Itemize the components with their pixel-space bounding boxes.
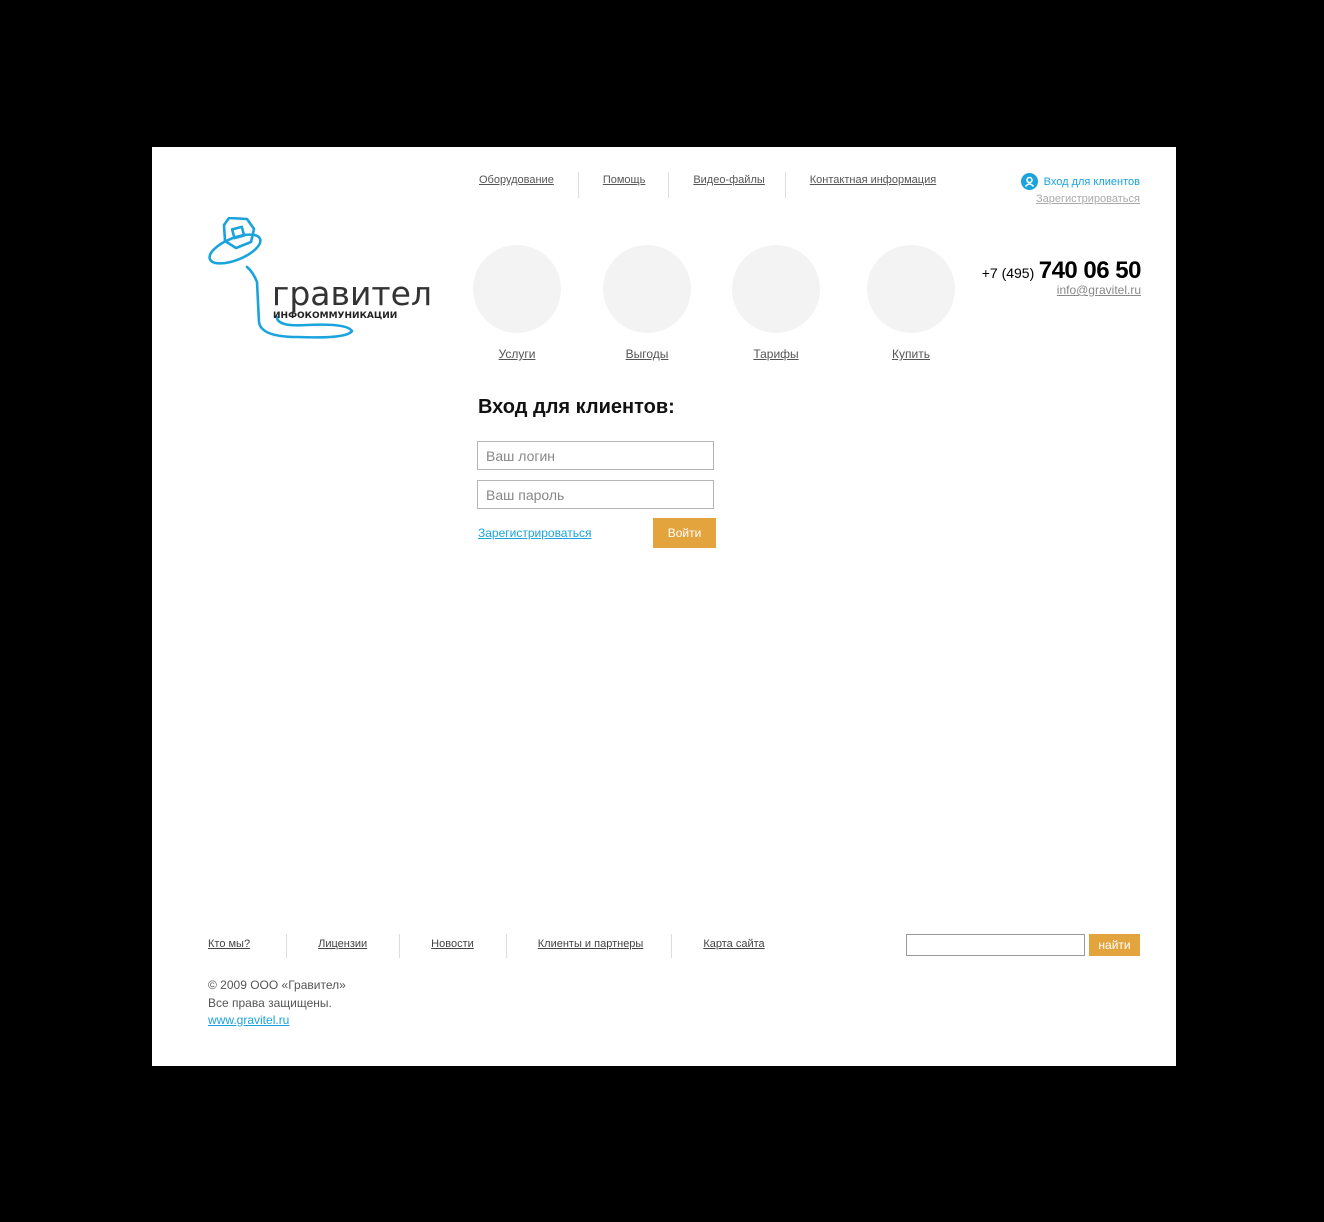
client-login-link[interactable]: Вход для клиентов (1044, 176, 1140, 188)
nav-divider (668, 172, 670, 198)
phone-code: +7 (495) (981, 265, 1035, 281)
footer-link-about[interactable]: Кто мы? (208, 934, 250, 950)
nav-video-files[interactable]: Видео-файлы (693, 172, 764, 186)
footer-divider (505, 934, 507, 958)
tariffs-circle[interactable] (732, 245, 820, 333)
login-title: Вход для клиентов: (478, 396, 675, 418)
copyright: © 2009 ООО «Гравител» Все права защищены… (208, 976, 346, 1012)
circle-item-tariffs[interactable]: Тарифы (732, 245, 820, 361)
footer-divider (286, 934, 288, 958)
nav-help[interactable]: Помощь (603, 172, 646, 186)
nav-divider (577, 172, 579, 198)
benefits-circle[interactable] (603, 245, 691, 333)
footer-divider (671, 934, 673, 958)
rights-line: Все права защищены. (208, 996, 332, 1010)
footer-link-licenses[interactable]: Лицензии (318, 934, 367, 950)
footer-link-clients[interactable]: Клиенты и партнеры (538, 934, 644, 950)
user-icon-glyph (1024, 176, 1034, 187)
nav-divider (784, 172, 786, 198)
search-input[interactable] (906, 934, 1085, 956)
email-link[interactable]: info@gravitel.ru (1057, 283, 1141, 297)
tariffs-link[interactable]: Тарифы (712, 347, 840, 361)
buy-circle[interactable] (867, 245, 955, 333)
user-icon (1020, 173, 1038, 190)
nav-equipment[interactable]: Оборудование (479, 172, 554, 186)
circle-item-buy[interactable]: Купить (867, 245, 955, 361)
footer-link-news[interactable]: Новости (431, 934, 474, 950)
copyright-line: © 2009 ООО «Гравител» (208, 978, 346, 992)
nav-contact-info[interactable]: Контактная информация (810, 172, 936, 186)
footer-divider (399, 934, 401, 958)
register-link[interactable]: Зарегистрироваться (478, 526, 591, 540)
page: Оборудование Помощь Видео-файлы Контактн… (152, 147, 1176, 1066)
phone-number: 740 06 50 (1038, 257, 1142, 284)
buy-link[interactable]: Купить (847, 347, 975, 361)
circle-item-benefits[interactable]: Выгоды (603, 245, 691, 361)
top-nav: Оборудование Помощь Видео-файлы Контактн… (462, 172, 936, 198)
services-circle[interactable] (473, 245, 561, 333)
client-login-link-group: Вход для клиентов (1020, 173, 1140, 190)
benefits-link[interactable]: Выгоды (583, 347, 711, 361)
password-input[interactable] (477, 480, 714, 509)
services-link[interactable]: Услуги (453, 347, 581, 361)
phone: +7 (495) 740 06 50 (981, 257, 1142, 285)
circle-item-services[interactable]: Услуги (473, 245, 561, 361)
search-button[interactable]: найти (1089, 934, 1140, 956)
circle-nav: Услуги Выгоды Тарифы Купить (152, 245, 972, 365)
footer-nav: Кто мы? Лицензии Новости Клиенты и партн… (208, 934, 765, 958)
login-button[interactable]: Войти (653, 518, 716, 548)
site-link[interactable]: www.gravitel.ru (208, 1013, 289, 1027)
register-link-top[interactable]: Зарегистрироваться (1036, 193, 1140, 205)
login-input[interactable] (477, 441, 714, 470)
footer-link-sitemap[interactable]: Карта сайта (703, 934, 764, 950)
